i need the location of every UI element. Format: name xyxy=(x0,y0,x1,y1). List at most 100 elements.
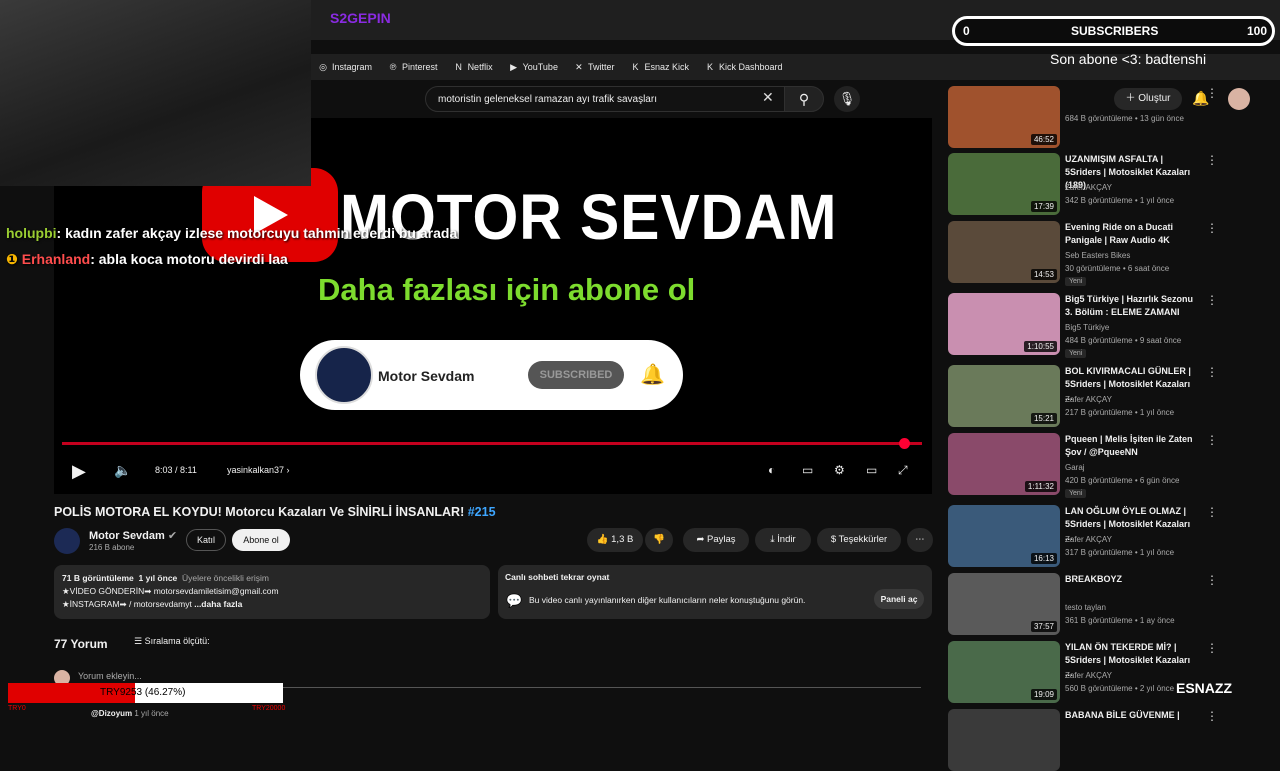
progress-scrubber[interactable] xyxy=(898,438,910,449)
video-thumbnail[interactable]: 17:39 xyxy=(948,153,1060,215)
more-options-icon[interactable]: ⋮ xyxy=(1206,709,1218,723)
bookmark-0[interactable]: ◎ Instagram xyxy=(318,62,372,73)
video-thumbnail[interactable]: 46:52 xyxy=(948,86,1060,148)
thanks-button[interactable]: $ Teşekkürler xyxy=(817,528,901,552)
recommended-video[interactable]: 16:13 LAN OĞLUM ÖYLE OLMAZ | 5Sriders | M… xyxy=(948,505,1248,567)
description-line: ★VİDEO GÖNDERİN➡ motorsevdamiletisim@gma… xyxy=(62,586,279,596)
verified-icon: ✔ xyxy=(167,530,178,542)
settings-gear-icon[interactable]: ⚙ xyxy=(834,463,845,477)
video-title: POLİS MOTORA EL KOYDU! Motorcu Kazaları … xyxy=(54,505,496,519)
video-thumbnail[interactable]: 14:53 xyxy=(948,221,1060,283)
bookmark-2[interactable]: N Netflix xyxy=(454,62,492,72)
duration-badge: 17:39 xyxy=(1030,201,1057,212)
more-options-icon[interactable]: ⋮ xyxy=(1206,641,1218,655)
recommended-video[interactable]: 15:21 BOL KIVIRMACALI GÜNLER | 5Sriders |… xyxy=(948,365,1248,427)
video-thumbnail[interactable]: 16:13 xyxy=(948,505,1060,567)
show-more-link[interactable]: ...daha fazla xyxy=(194,599,242,609)
duration-badge: 16:13 xyxy=(1030,553,1057,564)
duration-badge: 19:09 xyxy=(1030,689,1057,700)
fullscreen-icon[interactable]: ⤢ xyxy=(898,463,908,478)
open-panel-button[interactable]: Paneli aç xyxy=(874,589,924,609)
dislike-icon[interactable]: 👎 xyxy=(645,528,673,552)
video-channel: Garaj xyxy=(1065,463,1085,472)
like-button[interactable]: 👍 1,3 B xyxy=(587,528,643,552)
recommended-video[interactable]: 46:52 684 B görüntüleme • 13 gün önce ⋮ xyxy=(948,86,1248,148)
join-button[interactable]: Katıl xyxy=(186,529,226,551)
video-title: Evening Ride on a Ducati Panigale | Raw … xyxy=(1065,222,1174,245)
more-options-icon[interactable]: ⋮ xyxy=(1206,365,1218,379)
video-channel: Big5 Türkiye xyxy=(1065,323,1110,332)
kick-icon: K xyxy=(632,62,639,72)
download-label: İndir xyxy=(777,534,796,545)
channel-avatar[interactable] xyxy=(54,528,80,554)
video-thumbnail[interactable] xyxy=(948,709,1060,771)
donation-min: TRY0 xyxy=(8,705,26,712)
video-thumbnail[interactable]: 15:21 xyxy=(948,365,1060,427)
recommended-video[interactable]: 1:10:55 Big5 Türkiye | Hazırlık Sezonu 3.… xyxy=(948,293,1248,358)
description-box[interactable]: 71 B görüntüleme 1 yıl önce Üyelere önce… xyxy=(54,565,490,619)
more-options-icon[interactable]: ⋮ xyxy=(1206,293,1218,307)
sort-button[interactable]: ☰ Sıralama ölçütü: xyxy=(134,636,210,647)
recommended-video[interactable]: 37:57 BREAKBOYZ testo taylan 361 B görüntül… xyxy=(948,573,1248,635)
video-channel: Zafer AKÇAY xyxy=(1065,671,1112,680)
video-thumbnail[interactable]: 1:11:32 xyxy=(948,433,1060,495)
recommended-video[interactable]: 14:53 Evening Ride on a Ducati Panigale |… xyxy=(948,221,1248,286)
bookmark-1[interactable]: ℗ Pinterest xyxy=(388,62,438,72)
chat-message-2: ❶ Erhanland: abla koca motoru devirdi la… xyxy=(6,251,288,268)
share-button[interactable]: ➦ Paylaş xyxy=(683,528,749,552)
video-title: BREAKBOYZ xyxy=(1065,574,1123,584)
video-title: Pqueen | Melis İşiten ile Zaten Şov / @P… xyxy=(1065,434,1193,457)
bookmark-4[interactable]: ✕ Twitter xyxy=(574,62,615,73)
channel-name[interactable]: Motor Sevdam ✔ xyxy=(89,529,177,542)
comment-user[interactable]: @Dizoyum xyxy=(91,709,132,718)
chapter-label[interactable]: yasinkalkan37 › xyxy=(227,465,290,475)
bookmark-6[interactable]: K Kick Dashboard xyxy=(705,62,783,72)
sort-label: Sıralama ölçütü: xyxy=(144,636,210,646)
search-input[interactable]: motoristin geleneksel ramazan ayı trafik… xyxy=(425,86,785,112)
search-icon[interactable]: ⚲ xyxy=(784,86,824,112)
video-progress-bar[interactable] xyxy=(62,438,922,449)
duration-badge: 37:57 xyxy=(1030,621,1057,632)
microphone-icon[interactable]: 🎙 xyxy=(834,86,860,112)
recommended-video[interactable]: 1:11:32 Pqueen | Melis İşiten ile Zaten Ş… xyxy=(948,433,1248,498)
title-text: POLİS MOTORA EL KOYDU! Motorcu Kazaları … xyxy=(54,505,465,519)
recommended-video[interactable]: BABANA BİLE GÜVENME | ⋮ xyxy=(948,709,1248,771)
volume-icon[interactable]: 🔈 xyxy=(114,462,131,479)
more-options-icon[interactable]: ⋮ xyxy=(1206,505,1218,519)
autoplay-toggle-icon[interactable]: ◐ xyxy=(768,463,775,477)
chapter-name: yasinkalkan37 xyxy=(227,465,285,475)
video-thumbnail[interactable]: 37:57 xyxy=(948,573,1060,635)
more-options-icon[interactable]: ⋮ xyxy=(1206,573,1218,587)
subscribe-button[interactable]: Abone ol xyxy=(232,529,290,551)
more-options-icon[interactable]: ⋮ xyxy=(1206,221,1218,235)
description-line-2: ★İNSTAGRAM➡ / motorsevdamyt ...daha fazl… xyxy=(62,598,482,611)
more-options-icon[interactable]: ⋮ xyxy=(1206,433,1218,447)
bookmark-label: Twitter xyxy=(587,62,615,72)
more-options-icon[interactable]: ⋮ xyxy=(1206,86,1218,100)
goal-max: 100 xyxy=(1247,24,1268,38)
video-thumbnail[interactable]: 1:10:55 xyxy=(948,293,1060,355)
bookmark-label: Esnaz Kick xyxy=(644,62,689,72)
theater-mode-icon[interactable]: ▭ xyxy=(866,463,877,477)
bookmark-3[interactable]: ▶ YouTube xyxy=(509,62,558,73)
download-button[interactable]: ⤓ İndir xyxy=(755,528,811,552)
play-icon[interactable]: ▶ xyxy=(72,461,86,482)
more-options-icon[interactable]: ⋮ xyxy=(1206,153,1218,167)
streamer-brand: ESNAZZ xyxy=(1176,680,1232,696)
bookmark-5[interactable]: K Esnaz Kick xyxy=(630,62,689,72)
card-bell-icon: 🔔 xyxy=(640,364,665,386)
clear-search-icon[interactable]: ✕ xyxy=(762,89,774,106)
recommended-video[interactable]: 17:39 UZANMIŞIM ASFALTA | 5Sriders | Moto… xyxy=(948,153,1248,215)
bookmark-label: Pinterest xyxy=(402,62,438,72)
kick-icon: K xyxy=(706,62,713,72)
comment-author: @Dizoyum 1 yıl önce xyxy=(91,709,169,718)
goal-min: 0 xyxy=(963,24,970,38)
video-channel: Zafer AKÇAY xyxy=(1065,535,1112,544)
video-meta: 342 B görüntüleme • 1 yıl önce xyxy=(1065,196,1175,205)
title-hashtag[interactable]: #215 xyxy=(468,505,496,519)
browser-tab-title[interactable]: S2GEPIN xyxy=(330,10,391,26)
comment-count: 77 Yorum xyxy=(54,637,108,651)
subtitles-icon[interactable]: ▭ xyxy=(802,463,813,477)
more-actions-icon[interactable]: ⋯ xyxy=(907,528,933,552)
video-thumbnail[interactable]: 19:09 xyxy=(948,641,1060,703)
